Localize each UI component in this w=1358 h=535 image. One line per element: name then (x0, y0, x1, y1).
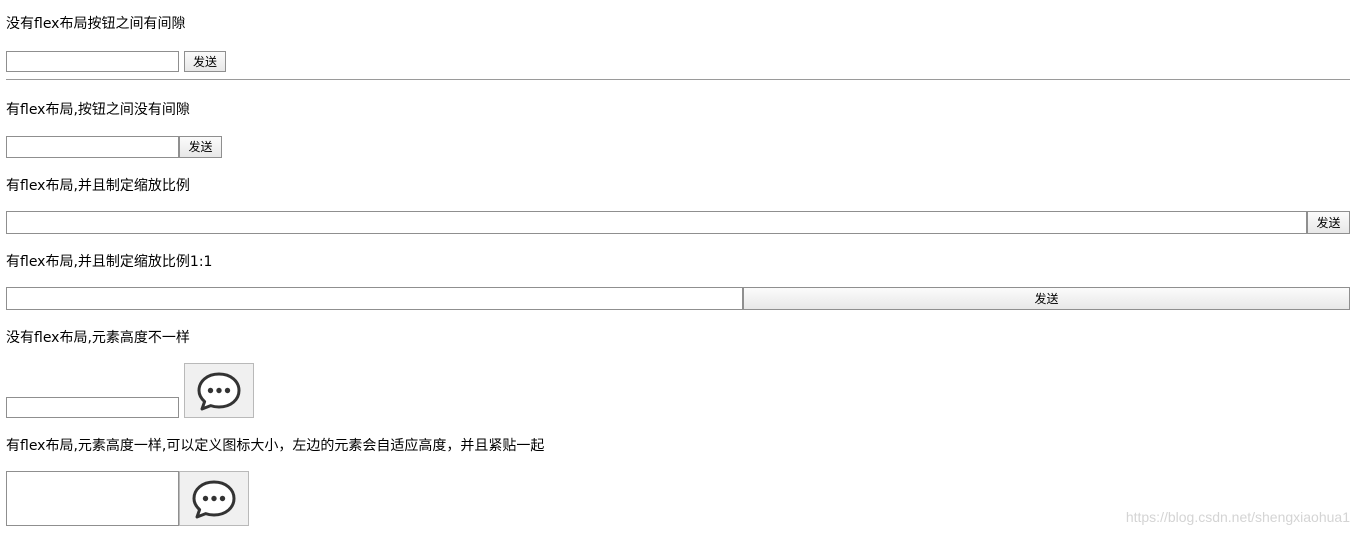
message-input-4[interactable] (6, 287, 743, 310)
separator (6, 79, 1350, 80)
caption-flex-ratio: 有flex布局,并且制定缩放比例 (6, 178, 190, 194)
row-flex-no-gap: 发送 (6, 136, 222, 158)
caption-flex-no-gap: 有flex布局,按钮之间没有间隙 (6, 102, 190, 118)
row-no-flex-heights (6, 363, 266, 418)
caption-no-flex-heights: 没有flex布局,元素高度不一样 (6, 330, 190, 346)
message-input-6[interactable] (6, 471, 179, 526)
page: 没有flex布局按钮之间有间隙 发送 有flex布局,按钮之间没有间隙 发送 有… (0, 0, 1358, 535)
send-button-1[interactable]: 发送 (184, 51, 226, 72)
caption-no-flex-gap: 没有flex布局按钮之间有间隙 (6, 16, 186, 32)
watermark: https://blog.csdn.net/shengxiaohua1 (1125, 509, 1350, 525)
send-button-2[interactable]: 发送 (179, 136, 222, 158)
caption-flex-ratio-1-1: 有flex布局,并且制定缩放比例1:1 (6, 254, 213, 270)
chat-button-1[interactable] (184, 363, 254, 418)
row-flex-ratio: 发送 (6, 211, 1350, 234)
caption-flex-equal-heights: 有flex布局,元素高度一样,可以定义图标大小，左边的元素会自适应高度，并且紧贴… (6, 438, 545, 454)
row-flex-equal-heights (6, 471, 249, 526)
row-flex-ratio-1-1: 发送 (6, 287, 1350, 310)
message-input-2[interactable] (6, 136, 179, 158)
chat-bubble-icon (191, 478, 237, 520)
message-input-5[interactable] (6, 397, 179, 418)
send-button-4[interactable]: 发送 (743, 287, 1350, 310)
chat-button-2[interactable] (179, 471, 249, 526)
chat-bubble-icon (196, 370, 242, 412)
message-input-1[interactable] (6, 51, 179, 72)
send-button-3[interactable]: 发送 (1307, 211, 1350, 234)
row-no-flex-gap: 发送 (6, 51, 246, 73)
message-input-3[interactable] (6, 211, 1307, 234)
